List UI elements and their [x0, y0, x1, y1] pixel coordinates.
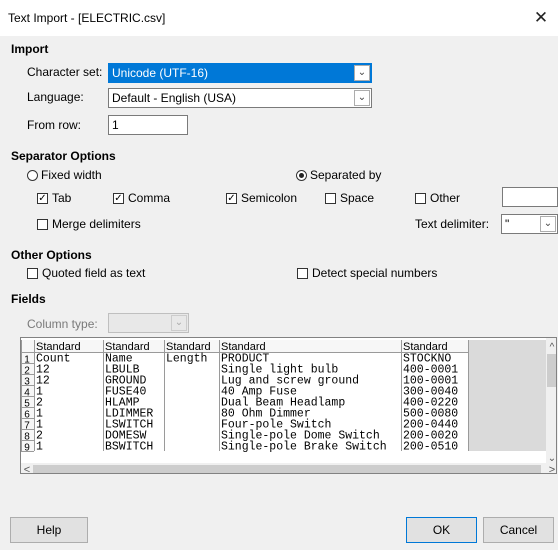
grid-row-number: 5 — [24, 399, 30, 410]
grid-header-cell[interactable]: Standard — [166, 341, 211, 353]
other-input[interactable] — [502, 187, 558, 207]
scroll-up-icon[interactable]: ^ — [550, 342, 555, 353]
grid-cell: 200-0510 — [403, 441, 458, 454]
scroll-right-icon[interactable]: > — [549, 464, 555, 474]
comma-label[interactable]: Comma — [128, 191, 170, 205]
fixed-width-label[interactable]: Fixed width — [41, 168, 102, 182]
grid-row-number: 6 — [24, 410, 30, 421]
cancel-label: Cancel — [499, 523, 538, 537]
close-icon[interactable]: ✕ — [524, 0, 558, 36]
grid-row-number: 3 — [24, 377, 30, 388]
grid-header-cell[interactable]: Standard — [221, 341, 266, 353]
chevron-down-icon[interactable]: ⌄ — [354, 90, 370, 106]
fields-preview-grid[interactable]: Standard Standard Standard Standard Standard… — [20, 337, 557, 474]
space-checkbox[interactable] — [325, 193, 336, 204]
scroll-down-icon[interactable]: ⌄ — [548, 453, 556, 464]
semicolon-label[interactable]: Semicolon — [241, 191, 297, 205]
column-type-label: Column type: — [27, 317, 98, 331]
grid-cell: Length — [166, 353, 207, 366]
ok-label: OK — [432, 523, 451, 537]
scroll-left-icon[interactable]: < — [24, 464, 30, 474]
text-import-dialog: Text Import - [ELECTRIC.csv] ✕ Import Ch… — [0, 0, 558, 550]
help-label: Help — [36, 523, 62, 537]
separated-by-radio[interactable] — [296, 170, 307, 181]
grid-header-cell[interactable]: Standard — [36, 341, 81, 353]
text-delimiter-select[interactable]: " ⌄ — [501, 214, 558, 234]
language-select[interactable]: Default - English (USA) ⌄ — [108, 88, 372, 108]
horizontal-scroll-thumb[interactable] — [33, 465, 541, 473]
grid-svg: Standard Standard Standard Standard Standard… — [21, 338, 557, 474]
grid-empty-area — [468, 340, 546, 451]
grid-row-number: 4 — [24, 388, 30, 399]
window-title: Text Import - [ELECTRIC.csv] — [8, 11, 166, 25]
grid-cell: BSWITCH — [105, 441, 153, 454]
fields-heading: Fields — [11, 292, 46, 306]
language-label: Language: — [27, 90, 84, 104]
column-type-select[interactable]: ⌄ — [108, 313, 189, 333]
grid-row-number: 8 — [24, 432, 30, 443]
grid-row-number: 7 — [24, 421, 30, 432]
other-label[interactable]: Other — [430, 191, 460, 205]
text-delimiter-value: " — [505, 217, 510, 231]
from-row-input[interactable]: 1 — [108, 115, 188, 135]
chevron-down-icon[interactable]: ⌄ — [540, 216, 556, 232]
grid-row-number: 2 — [24, 366, 30, 377]
title-bar: Text Import - [ELECTRIC.csv] ✕ — [0, 0, 558, 36]
grid-row-number: 9 — [24, 443, 30, 454]
comma-checkbox[interactable]: ✓ — [113, 193, 124, 204]
other-options-heading: Other Options — [11, 248, 92, 262]
space-label[interactable]: Space — [340, 191, 374, 205]
charset-label: Character set: — [27, 65, 103, 79]
text-delimiter-label: Text delimiter: — [415, 217, 490, 231]
semicolon-checkbox[interactable]: ✓ — [226, 193, 237, 204]
fixed-width-radio[interactable] — [27, 170, 38, 181]
chevron-down-icon[interactable]: ⌄ — [354, 65, 370, 81]
quoted-field-label[interactable]: Quoted field as text — [42, 266, 145, 280]
grid-header-cell[interactable]: Standard — [105, 341, 150, 353]
import-heading: Import — [11, 42, 49, 56]
cancel-button[interactable]: Cancel — [483, 517, 554, 543]
merge-delimiters-checkbox[interactable] — [37, 219, 48, 230]
separated-by-label[interactable]: Separated by — [310, 168, 381, 182]
vertical-scroll-thumb[interactable] — [547, 354, 557, 387]
from-row-value: 1 — [112, 118, 119, 132]
quoted-field-checkbox[interactable] — [27, 268, 38, 279]
merge-delimiters-label[interactable]: Merge delimiters — [52, 217, 141, 231]
separator-heading: Separator Options — [11, 149, 116, 163]
tab-checkbox[interactable]: ✓ — [37, 193, 48, 204]
grid-header-cell[interactable]: Standard — [403, 341, 448, 353]
charset-select[interactable]: Unicode (UTF-16) ⌄ — [108, 63, 372, 83]
chevron-down-icon[interactable]: ⌄ — [171, 315, 187, 331]
charset-value: Unicode (UTF-16) — [112, 66, 209, 80]
tab-label[interactable]: Tab — [52, 191, 71, 205]
language-value: Default - English (USA) — [112, 91, 237, 105]
grid-row-number: 1 — [24, 355, 30, 366]
detect-special-checkbox[interactable] — [297, 268, 308, 279]
grid-cell: 1 — [36, 441, 43, 454]
ok-button[interactable]: OK — [406, 517, 477, 543]
detect-special-label[interactable]: Detect special numbers — [312, 266, 437, 280]
grid-cell: Single-pole Brake Switch — [221, 441, 387, 454]
from-row-label: From row: — [27, 118, 81, 132]
help-button[interactable]: Help — [10, 517, 88, 543]
other-checkbox[interactable] — [415, 193, 426, 204]
